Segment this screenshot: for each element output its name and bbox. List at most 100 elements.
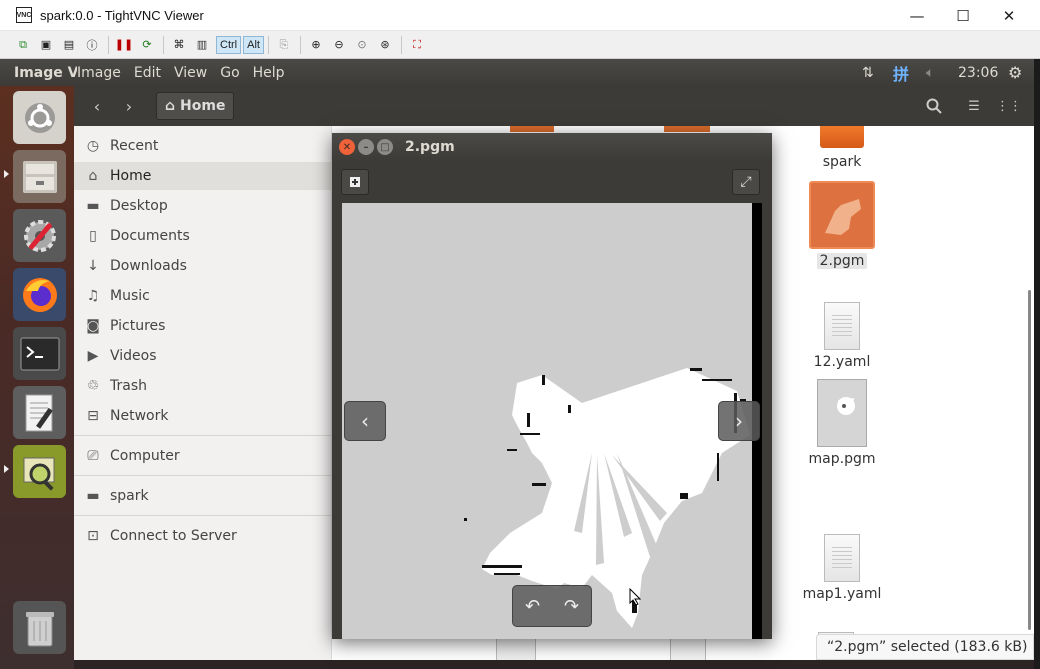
- previous-image-button[interactable]: ‹: [344, 401, 386, 441]
- forward-chevron-icon[interactable]: ›: [114, 92, 144, 120]
- search-icon[interactable]: [919, 92, 949, 120]
- folder-icon: [820, 126, 864, 148]
- minimize-window-icon[interactable]: –: [358, 139, 374, 155]
- file-item-map-pgm[interactable]: map.pgm: [800, 379, 884, 467]
- add-image-button[interactable]: [341, 169, 369, 195]
- folder-thumbnail[interactable]: [510, 126, 554, 132]
- breadcrumb-home[interactable]: ⌂ Home: [156, 92, 235, 120]
- network-icon: ⊟: [87, 408, 99, 424]
- document-icon: ▯: [89, 228, 97, 244]
- options-icon[interactable]: ▤: [60, 36, 78, 54]
- next-image-button[interactable]: ›: [718, 401, 760, 441]
- file-thumbnail[interactable]: [670, 638, 706, 660]
- terminal-icon[interactable]: [13, 327, 66, 380]
- pause-icon[interactable]: ❚❚: [115, 36, 133, 54]
- ctrl-esc-icon[interactable]: ▥: [193, 36, 211, 54]
- refresh-icon[interactable]: ⟳: [138, 36, 156, 54]
- sidebar-item-home[interactable]: ⌂ Home: [74, 162, 332, 190]
- mouse-cursor-icon: [629, 588, 641, 606]
- input-method-indicator[interactable]: 拼: [893, 59, 909, 86]
- file-name: spark: [822, 154, 862, 170]
- alt-key-toggle[interactable]: Alt: [243, 35, 264, 54]
- sidebar-item-downloads[interactable]: ↓ Downloads: [74, 252, 332, 280]
- list-view-icon[interactable]: ☰: [959, 92, 989, 120]
- viewer-title: 2.pgm: [405, 139, 455, 155]
- minimize-button[interactable]: —: [894, 0, 940, 31]
- zoom-fit-icon[interactable]: ⊛: [376, 36, 394, 54]
- sidebar-item-pictures[interactable]: ◙ Pictures: [74, 312, 332, 340]
- system-gear-icon[interactable]: ⚙: [1008, 59, 1022, 86]
- system-settings-icon[interactable]: [13, 209, 66, 262]
- menu-help[interactable]: Help: [253, 65, 285, 81]
- rotate-controls: ↶ ↷: [512, 585, 592, 627]
- fullscreen-icon[interactable]: ⛶: [408, 36, 426, 54]
- sidebar-item-spark[interactable]: ▬ spark: [74, 482, 332, 510]
- selection-status: “2.pgm” selected (183.6 kB): [816, 634, 1034, 660]
- toolbar-separator: [163, 35, 164, 54]
- file-item-spark[interactable]: spark: [800, 126, 884, 170]
- firefox-icon[interactable]: [13, 268, 66, 321]
- close-window-icon[interactable]: ✕: [339, 139, 355, 155]
- clock[interactable]: 23:06: [958, 59, 998, 86]
- expand-icon: ⤢: [740, 174, 752, 190]
- file-item-12-yaml[interactable]: 12.yaml: [800, 302, 884, 370]
- download-icon: ↓: [87, 258, 99, 274]
- fullscreen-button[interactable]: ⤢: [732, 169, 760, 195]
- trash-launcher-icon[interactable]: [13, 601, 66, 654]
- home-icon: ⌂: [88, 168, 98, 184]
- maximize-window-icon[interactable]: □: [377, 139, 393, 155]
- app-name: Image Viewer: [14, 64, 77, 81]
- scrollbar[interactable]: [1028, 290, 1031, 630]
- sidebar-item-trash[interactable]: ♲ Trash: [74, 372, 332, 400]
- home-icon: ⌂: [165, 98, 176, 114]
- text-editor-icon[interactable]: [13, 386, 66, 439]
- sidebar-item-computer[interactable]: ⎚ Computer: [74, 442, 332, 470]
- sidebar-item-videos[interactable]: ▶ Videos: [74, 342, 332, 370]
- files-icon[interactable]: [13, 150, 66, 203]
- volume-muted-icon[interactable]: 🔈︎: [926, 59, 934, 86]
- zoom-100-icon[interactable]: ⊙: [353, 36, 371, 54]
- back-chevron-icon[interactable]: ‹: [82, 92, 112, 120]
- rotate-left-icon[interactable]: ↶: [525, 596, 540, 617]
- viewer-toolbar: ⤢: [332, 161, 772, 203]
- menu-view[interactable]: View: [174, 65, 207, 81]
- sidebar-item-label: Recent: [110, 138, 159, 154]
- ctrl-alt-del-icon[interactable]: ⌘: [170, 36, 188, 54]
- computer-icon: ⎚: [87, 448, 99, 464]
- new-connection-icon[interactable]: ⧉: [14, 36, 32, 54]
- zoom-out-icon[interactable]: ⊖: [330, 36, 348, 54]
- sidebar-item-recent[interactable]: ◷ Recent: [74, 132, 332, 160]
- toolbar-separator: [267, 35, 269, 54]
- menu-go[interactable]: Go: [220, 65, 239, 81]
- running-indicator: [4, 465, 9, 473]
- ctrl-key-toggle[interactable]: Ctrl: [216, 35, 242, 54]
- image-viewer-icon[interactable]: [13, 445, 66, 498]
- close-button[interactable]: ✕: [986, 0, 1032, 31]
- sidebar-item-music[interactable]: ♫ Music: [74, 282, 332, 310]
- maximize-button[interactable]: ☐: [940, 0, 986, 31]
- ubuntu-dash-icon[interactable]: [13, 91, 66, 144]
- file-item-map1-yaml[interactable]: map1.yaml: [800, 534, 884, 602]
- folder-thumbnail[interactable]: [664, 126, 710, 132]
- grid-view-icon[interactable]: ⋮⋮: [994, 92, 1024, 120]
- zoom-in-icon[interactable]: ⊕: [307, 36, 325, 54]
- info-icon[interactable]: ⓘ: [83, 36, 101, 54]
- sidebar-item-connect-to-server[interactable]: ⊡ Connect to Server: [74, 522, 332, 550]
- image-viewer-window: ✕ – □ 2.pgm ⤢ ‹ › ↶ ↷: [332, 133, 772, 639]
- vnc-toolbar: ⧉ ▣ ▤ ⓘ ❚❚ ⟳ ⌘ ▥ Ctrl Alt ⎘ ⊕ ⊖ ⊙ ⊛ ⛶: [0, 31, 1040, 59]
- sidebar-item-desktop[interactable]: ▬ Desktop: [74, 192, 332, 220]
- places-sidebar: ◷ Recent ⌂ Home ▬ Desktop ▯ Documents ↓ Downl…: [74, 126, 332, 660]
- sidebar-item-label: spark: [110, 488, 149, 504]
- rotate-right-icon[interactable]: ↷: [564, 596, 579, 617]
- network-status-icon[interactable]: ⇅: [862, 59, 874, 86]
- file-thumbnail[interactable]: [496, 638, 536, 660]
- menu-edit[interactable]: Edit: [134, 65, 161, 81]
- transfer-icon[interactable]: ⎘: [275, 36, 293, 54]
- sidebar-item-network[interactable]: ⊟ Network: [74, 402, 332, 430]
- save-icon[interactable]: ▣: [37, 36, 55, 54]
- sidebar-item-documents[interactable]: ▯ Documents: [74, 222, 332, 250]
- menu-image[interactable]: Image: [77, 65, 121, 81]
- file-item-2-pgm[interactable]: 2.pgm: [800, 181, 884, 269]
- sidebar-divider: [74, 435, 332, 436]
- window-edge: [1034, 59, 1040, 669]
